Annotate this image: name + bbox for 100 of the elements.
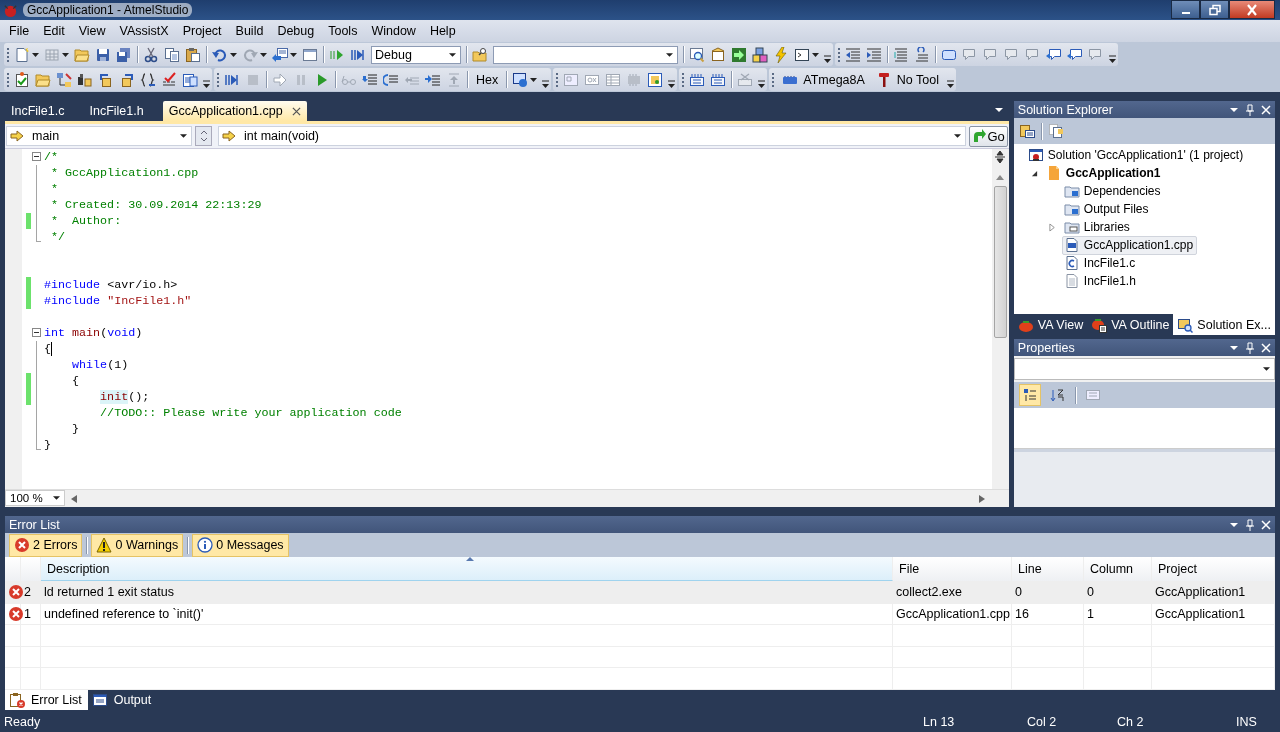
braces-icon[interactable]: [140, 71, 156, 88]
tree-item[interactable]: Output Files: [1061, 199, 1153, 219]
caret-icon[interactable]: [812, 52, 819, 57]
collapsed-triangle-icon[interactable]: [1049, 222, 1057, 232]
menu-item[interactable]: Debug: [270, 22, 322, 40]
go-button[interactable]: Go: [969, 125, 1008, 147]
overflow-caret-icon[interactable]: [203, 79, 210, 88]
caret-icon[interactable]: [62, 52, 69, 57]
monitor-icon[interactable]: [512, 71, 529, 88]
document-tab[interactable]: IncFile1.c: [5, 102, 76, 121]
wrap-icon[interactable]: [914, 46, 930, 63]
window-arrow-icon[interactable]: [272, 46, 288, 63]
disks-icon[interactable]: [116, 46, 132, 63]
menu-item[interactable]: Window: [364, 22, 423, 40]
scope-dropdown[interactable]: main: [6, 126, 192, 146]
error-row[interactable]: 2 ld returned 1 exit status collect2.exe 0 0 GccApplication1: [5, 582, 1275, 604]
menu-item[interactable]: Tools: [321, 22, 365, 40]
collapse-toggle[interactable]: [32, 152, 41, 161]
arrow-box-icon[interactable]: [731, 46, 747, 63]
board-icon[interactable]: [689, 71, 706, 88]
arrow-box-icon[interactable]: [119, 71, 135, 88]
card-icon[interactable]: [710, 46, 726, 63]
lines-icon[interactable]: [893, 46, 909, 63]
overflow-caret-icon[interactable]: [668, 79, 676, 88]
tree-item[interactable]: Libraries: [1061, 217, 1134, 237]
caret-icon[interactable]: [260, 52, 267, 57]
filter-toggle[interactable]: 0 Messages: [192, 533, 289, 557]
pin-icon[interactable]: [1245, 518, 1255, 531]
caret-icon[interactable]: [230, 52, 237, 57]
picture-icon[interactable]: [647, 71, 664, 88]
column-header[interactable]: Project: [1152, 557, 1275, 582]
column-header[interactable]: Description: [41, 557, 893, 582]
dropdown-caret-icon[interactable]: [994, 108, 1003, 112]
panel-tab[interactable]: VA Outline: [1087, 314, 1174, 335]
search-icon[interactable]: [689, 46, 705, 63]
toolbar-grip[interactable]: [556, 72, 559, 87]
undo-icon[interactable]: [212, 46, 228, 63]
overflow-caret-icon[interactable]: [824, 54, 831, 63]
filter-toggle[interactable]: 0 Warnings: [91, 533, 184, 557]
speech-bubble-icon[interactable]: [1046, 46, 1062, 63]
spellcheck-icon[interactable]: [161, 71, 177, 88]
tree-item[interactable]: GccApplication1: [1043, 163, 1165, 183]
document-tab[interactable]: GccApplication1.cpp: [162, 101, 307, 121]
tool-button[interactable]: No Tool: [872, 71, 942, 88]
member-dropdown[interactable]: int main(void): [218, 126, 967, 146]
step-over-icon[interactable]: [383, 71, 399, 88]
copy-icon[interactable]: [164, 46, 180, 63]
document-tab[interactable]: IncFile1.h: [83, 102, 155, 121]
menu-item[interactable]: Build: [228, 22, 271, 40]
tree-item[interactable]: IncFile1.c: [1061, 253, 1140, 273]
properties-window-icon[interactable]: [1018, 123, 1035, 139]
clipboard-icon[interactable]: [185, 46, 201, 63]
caret-icon[interactable]: [530, 77, 538, 82]
panel-tab[interactable]: Solution Ex...: [1173, 314, 1275, 335]
column-header[interactable]: File: [893, 557, 1012, 582]
overflow-caret-icon[interactable]: [758, 79, 766, 88]
blocks-icon[interactable]: [752, 46, 768, 63]
clipboard-icon[interactable]: [182, 71, 198, 88]
panel-tab[interactable]: VA View: [1013, 314, 1088, 335]
configuration-dropdown[interactable]: Debug: [371, 45, 461, 64]
filter-toggle[interactable]: 2 Errors: [9, 533, 83, 557]
column-header[interactable]: Column: [1084, 557, 1152, 582]
document-icon[interactable]: [14, 46, 30, 63]
overflow-caret-icon[interactable]: [1109, 54, 1116, 63]
tree-item[interactable]: IncFile1.h: [1061, 271, 1140, 291]
step-into-icon[interactable]: [362, 71, 378, 88]
close-button[interactable]: [1229, 0, 1275, 19]
tree-item[interactable]: GccApplication1.cpp: [1061, 235, 1198, 255]
window-icon[interactable]: [302, 46, 318, 63]
collapse-toggle[interactable]: [32, 328, 41, 337]
terminal-icon[interactable]: [794, 46, 810, 63]
scissors-icon[interactable]: [143, 46, 159, 63]
search-dropdown[interactable]: [493, 45, 678, 64]
hex-button[interactable]: Hex: [473, 72, 502, 87]
overflow-caret-icon[interactable]: [542, 79, 550, 88]
caret-icon[interactable]: [290, 52, 297, 57]
binoculars-icon[interactable]: [77, 71, 93, 88]
tree-item[interactable]: Dependencies: [1061, 181, 1165, 201]
tree-item[interactable]: Solution 'GccApplication1' (1 project): [1025, 145, 1248, 165]
panel-tab[interactable]: Output: [87, 689, 158, 710]
folder-search-icon[interactable]: [472, 46, 488, 63]
scroll-thumb[interactable]: [993, 186, 1007, 338]
splitter-icon[interactable]: [994, 151, 1007, 163]
scroll-right-icon[interactable]: [978, 494, 985, 503]
menu-item[interactable]: View: [71, 22, 113, 40]
close-icon[interactable]: [291, 106, 301, 116]
toolbar-grip[interactable]: [772, 72, 775, 87]
caret-icon[interactable]: [32, 52, 39, 57]
menu-item[interactable]: File: [2, 22, 37, 40]
hierarchy-icon[interactable]: [56, 71, 72, 88]
board-icon[interactable]: [710, 71, 727, 88]
column-header[interactable]: Line: [1012, 557, 1084, 582]
scroll-up-icon[interactable]: [996, 175, 1005, 180]
lightning-icon[interactable]: [773, 46, 789, 63]
show-all-files-icon[interactable]: [1047, 123, 1064, 139]
checklist-icon[interactable]: [14, 71, 30, 88]
scroll-left-icon[interactable]: [71, 494, 77, 503]
vertical-scrollbar[interactable]: [991, 149, 1009, 489]
error-row[interactable]: 1 undefined reference to `init()' GccApplication1.cpp 16 1 GccApplication1: [5, 603, 1275, 626]
zoom-dropdown[interactable]: 100 %: [5, 490, 65, 506]
